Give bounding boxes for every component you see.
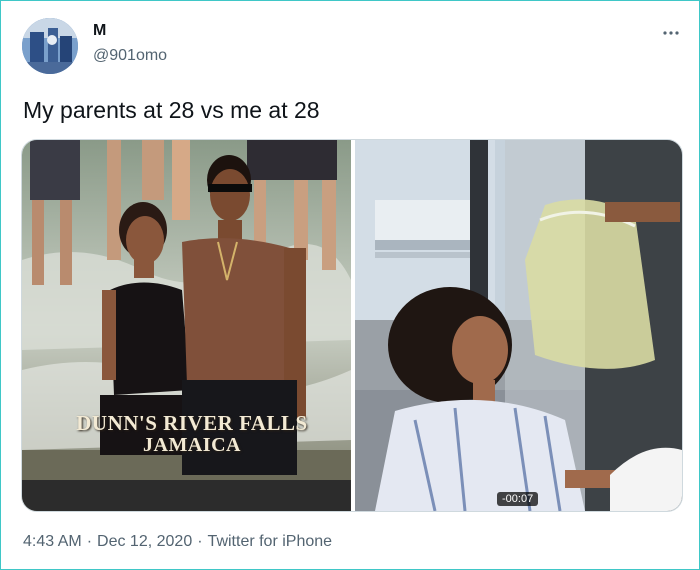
tweet-card: M @901omo My parents at 28 vs me at 28 D… <box>0 0 700 570</box>
caption-line-1: DUNN'S RIVER FALLS <box>76 411 308 435</box>
more-horizontal-icon <box>663 31 679 35</box>
tweet-date[interactable]: Dec 12, 2020 <box>97 533 192 550</box>
tweet-meta: 4:43 AM · Dec 12, 2020 · Twitter for iPhone <box>23 533 332 551</box>
video-timer: -00:07 <box>497 492 539 506</box>
photo-location-caption: DUNN'S RIVER FALLS JAMAICA <box>52 412 332 456</box>
right-video[interactable]: -00:07 <box>355 140 682 511</box>
caption-line-2: JAMAICA <box>143 434 241 456</box>
author-handle[interactable]: @901omo <box>93 47 167 65</box>
author-name[interactable]: M <box>93 22 106 40</box>
avatar-image <box>22 18 78 74</box>
meta-separator: · <box>197 533 203 550</box>
me-video-thumbnail <box>355 140 682 511</box>
tweet-time[interactable]: 4:43 AM <box>23 533 82 550</box>
left-photo[interactable]: DUNN'S RIVER FALLS JAMAICA <box>22 140 351 511</box>
tweet-media: DUNN'S RIVER FALLS JAMAICA -00:07 <box>21 139 683 512</box>
author-avatar[interactable] <box>22 18 78 74</box>
more-options-button[interactable] <box>663 23 679 41</box>
tweet-source[interactable]: Twitter for iPhone <box>208 533 333 550</box>
tweet-text: My parents at 28 vs me at 28 <box>23 97 320 123</box>
meta-separator: · <box>86 533 93 550</box>
